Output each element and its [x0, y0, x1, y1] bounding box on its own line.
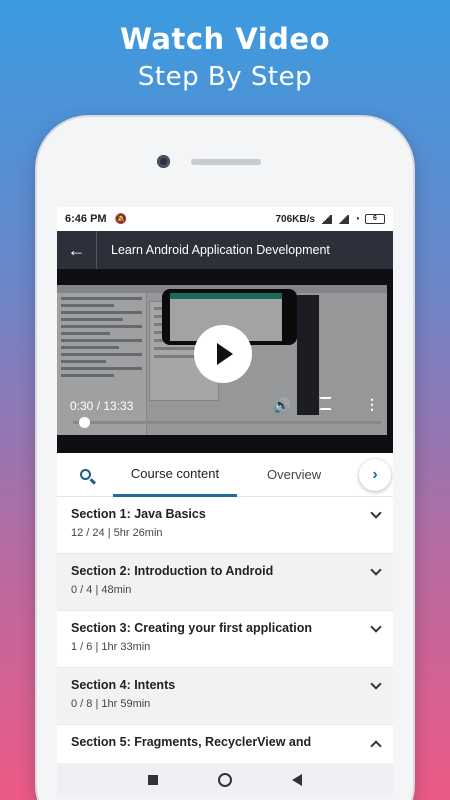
volume-icon[interactable]: 🔊 — [273, 397, 290, 414]
network-speed: 706KB/s — [275, 213, 315, 225]
more-options-icon[interactable]: ⋮ — [365, 396, 379, 413]
system-nav-bar — [57, 763, 393, 797]
section-title: Section 2: Introduction to Android — [71, 564, 274, 578]
phone-screen: 6:46 PM 🔕 706KB/s ◔ 6 ← Learn Android Ap… — [57, 207, 393, 797]
app-bar: ← Learn Android Application Development — [57, 231, 393, 269]
page-title: Learn Android Application Development — [111, 243, 330, 257]
play-icon[interactable] — [194, 325, 252, 383]
back-triangle-icon[interactable] — [292, 774, 302, 786]
front-camera-icon — [157, 155, 170, 168]
section-title: Section 5: Fragments, RecyclerView and — [71, 735, 312, 749]
earpiece-speaker — [191, 159, 261, 165]
search-button[interactable] — [57, 469, 113, 480]
section-item[interactable]: Section 1: Java Basics 12 / 24 | 5hr 26m… — [57, 497, 393, 554]
section-item[interactable]: Section 2: Introduction to Android 0 / 4… — [57, 554, 393, 611]
chevron-right-icon[interactable]: › — [359, 459, 391, 491]
tab-course-content[interactable]: Course content — [113, 453, 237, 497]
status-time: 6:46 PM — [65, 213, 107, 225]
home-icon[interactable] — [218, 773, 232, 787]
video-player[interactable]: 0:30 / 13:33 🔊 ⋮ — [57, 269, 393, 453]
recents-icon[interactable] — [148, 775, 158, 785]
status-bar: 6:46 PM 🔕 706KB/s ◔ 6 — [57, 207, 393, 231]
promo-subtitle: Step By Step — [137, 62, 313, 92]
section-meta: 1 / 6 | 1hr 33min — [71, 641, 151, 653]
video-progress-track[interactable] — [73, 421, 381, 424]
section-meta: 12 / 24 | 5hr 26min — [71, 527, 163, 539]
wifi-icon: ◔ — [353, 213, 360, 225]
section-title: Section 1: Java Basics — [71, 507, 206, 521]
fullscreen-icon[interactable] — [319, 397, 332, 410]
phone-frame: 6:46 PM 🔕 706KB/s ◔ 6 ← Learn Android Ap… — [37, 117, 413, 800]
tab-bar: Course content Overview › — [57, 453, 393, 497]
search-icon — [79, 469, 91, 480]
video-progress-knob[interactable] — [78, 417, 90, 428]
signal-icon-2 — [336, 214, 349, 224]
back-arrow-icon[interactable]: ← — [57, 231, 97, 269]
signal-icon — [319, 214, 332, 224]
bell-muted-icon: 🔕 — [114, 213, 128, 225]
video-time: 0:30 / 13:33 — [70, 399, 134, 413]
section-list: Section 1: Java Basics 12 / 24 | 5hr 26m… — [57, 497, 393, 782]
section-meta: 0 / 8 | 1hr 59min — [71, 698, 151, 710]
section-title: Section 3: Creating your first applicati… — [71, 621, 313, 635]
section-item[interactable]: Section 3: Creating your first applicati… — [57, 611, 393, 668]
section-title: Section 4: Intents — [71, 678, 176, 692]
section-meta: 0 / 4 | 48min — [71, 584, 132, 596]
tab-overview[interactable]: Overview — [267, 453, 321, 497]
promo-title: Watch Video — [119, 22, 331, 56]
section-item[interactable]: Section 4: Intents 0 / 8 | 1hr 59min — [57, 668, 393, 725]
battery-icon: 6 — [365, 214, 385, 224]
